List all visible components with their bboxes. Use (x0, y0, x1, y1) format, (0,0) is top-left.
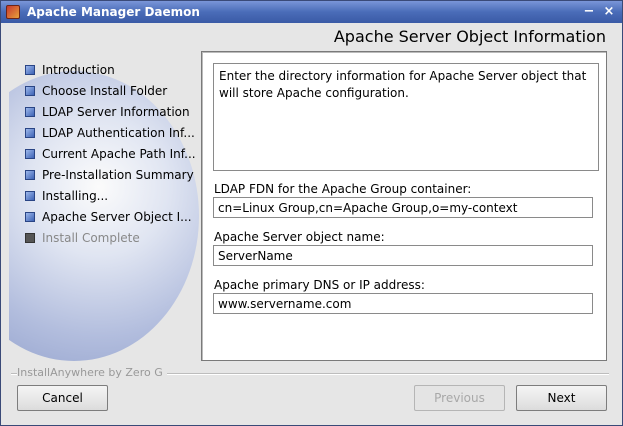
server-object-name-input[interactable] (213, 245, 593, 266)
step-ldap-authentication: LDAP Authentication Inf... (25, 124, 196, 145)
step-install-complete: Install Complete (25, 229, 196, 250)
step-label: LDAP Server Information (42, 105, 190, 119)
cancel-button[interactable]: Cancel (17, 385, 108, 411)
step-bullet-icon (25, 212, 35, 222)
step-introduction: Introduction (25, 61, 196, 82)
content-panel: Enter the directory information for Apac… (201, 51, 607, 361)
primary-dns-label: Apache primary DNS or IP address: (214, 278, 425, 292)
description-text: Enter the directory information for Apac… (213, 63, 599, 171)
step-bullet-icon (25, 107, 35, 117)
close-icon[interactable]: × (601, 4, 617, 20)
step-label: LDAP Authentication Inf... (42, 126, 195, 140)
step-pre-installation-summary: Pre-Installation Summary (25, 166, 196, 187)
next-button[interactable]: Next (516, 385, 607, 411)
step-ldap-server-information: LDAP Server Information (25, 103, 196, 124)
ldap-fdn-label: LDAP FDN for the Apache Group container: (214, 182, 472, 196)
step-bullet-icon (25, 65, 35, 75)
step-bullet-icon (25, 149, 35, 159)
step-installing: Installing... (25, 187, 196, 208)
minimize-icon[interactable]: − (581, 4, 597, 20)
steps-sidebar: Introduction Choose Install Folder LDAP … (9, 51, 199, 361)
step-bullet-icon (25, 191, 35, 201)
page-title: Apache Server Object Information (333, 27, 606, 46)
primary-dns-input[interactable] (213, 293, 593, 314)
title-bar[interactable]: Apache Manager Daemon − × (1, 1, 622, 23)
step-current-apache-path: Current Apache Path Inf... (25, 145, 196, 166)
step-apache-server-object: Apache Server Object I... (25, 208, 196, 229)
window-title: Apache Manager Daemon (27, 5, 200, 19)
step-label: Pre-Installation Summary (42, 168, 194, 182)
step-bullet-icon (25, 233, 35, 243)
server-object-name-label: Apache Server object name: (214, 230, 385, 244)
installer-window: Apache Manager Daemon − × Apache Server … (0, 0, 623, 426)
step-bullet-icon (25, 128, 35, 138)
step-bullet-icon (25, 86, 35, 96)
app-icon[interactable] (6, 5, 20, 19)
step-label: Installing... (42, 189, 109, 203)
step-label: Apache Server Object I... (42, 210, 192, 224)
step-label: Current Apache Path Inf... (42, 147, 196, 161)
step-list: Introduction Choose Install Folder LDAP … (25, 61, 196, 250)
previous-button[interactable]: Previous (414, 385, 505, 411)
step-label: Install Complete (42, 231, 140, 245)
step-label: Introduction (42, 63, 115, 77)
brand-text: InstallAnywhere by Zero G (17, 366, 167, 379)
ldap-fdn-input[interactable] (213, 197, 593, 218)
step-label: Choose Install Folder (42, 84, 168, 98)
step-choose-install-folder: Choose Install Folder (25, 82, 196, 103)
step-bullet-icon (25, 170, 35, 180)
